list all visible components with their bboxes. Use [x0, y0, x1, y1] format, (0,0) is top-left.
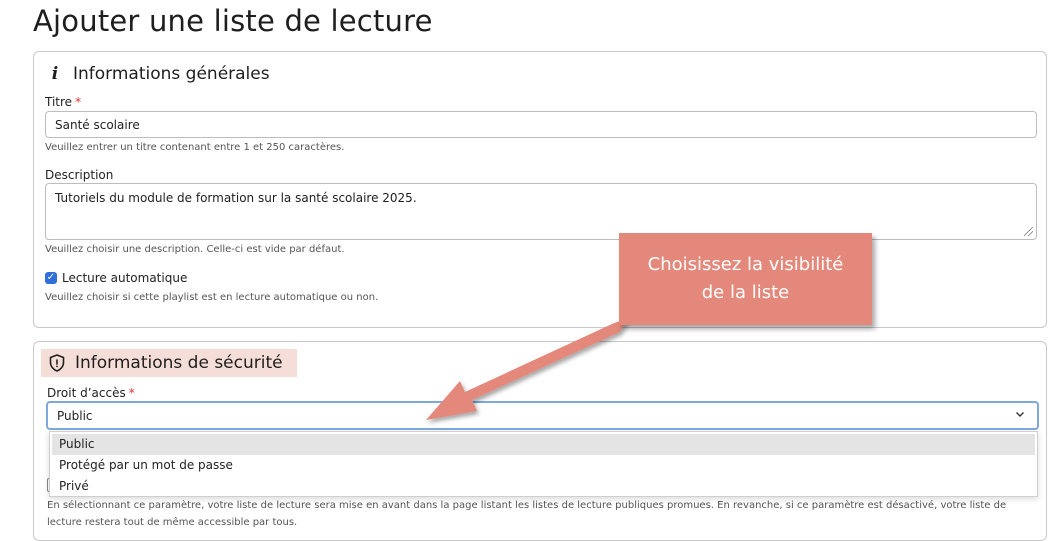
option-private[interactable]: Privé [52, 476, 1035, 497]
shield-icon [49, 354, 65, 372]
security-info-heading: Informations de sécurité [41, 349, 297, 377]
autoplay-checkbox[interactable]: ✓ [45, 272, 57, 284]
description-field-wrapper: Tutoriels du module de formation sur la … [45, 183, 1037, 240]
required-mark: * [75, 95, 82, 109]
title-label: Titre * [45, 95, 82, 109]
autoplay-help: Veuillez choisir si cette playlist est e… [45, 292, 379, 303]
general-info-heading: i Informations générales [45, 64, 270, 84]
option-public[interactable]: Public [52, 434, 1035, 455]
access-dropdown-list: Public Protégé par un mot de passe Privé [49, 431, 1038, 497]
security-info-title: Informations de sécurité [75, 353, 283, 373]
access-label: Droit d’accès * [47, 386, 135, 400]
description-help: Veuillez choisir une description. Celle-… [45, 244, 345, 255]
general-info-title: Informations générales [73, 64, 270, 84]
page-title: Ajouter une liste de lecture [33, 4, 433, 38]
chevron-down-icon [1016, 412, 1024, 417]
title-help: Veuillez entrer un titre contenant entre… [45, 142, 345, 153]
promoted-help: En sélectionnant ce paramètre, votre lis… [47, 500, 1007, 528]
info-icon: i [51, 64, 59, 84]
autoplay-label: Lecture automatique [62, 271, 188, 285]
access-select[interactable]: Public [46, 401, 1039, 430]
option-password-protected[interactable]: Protégé par un mot de passe [52, 455, 1035, 476]
resize-handle[interactable] [1024, 227, 1033, 236]
check-icon: ✓ [46, 272, 56, 283]
access-selected-value: Public [57, 408, 93, 423]
description-label: Description [45, 168, 114, 182]
description-textarea[interactable]: Tutoriels du module de formation sur la … [45, 183, 1037, 240]
required-mark: * [128, 386, 135, 400]
title-input[interactable] [45, 111, 1037, 138]
annotation-callout: Choisissez la visibilité de la liste [619, 233, 872, 325]
